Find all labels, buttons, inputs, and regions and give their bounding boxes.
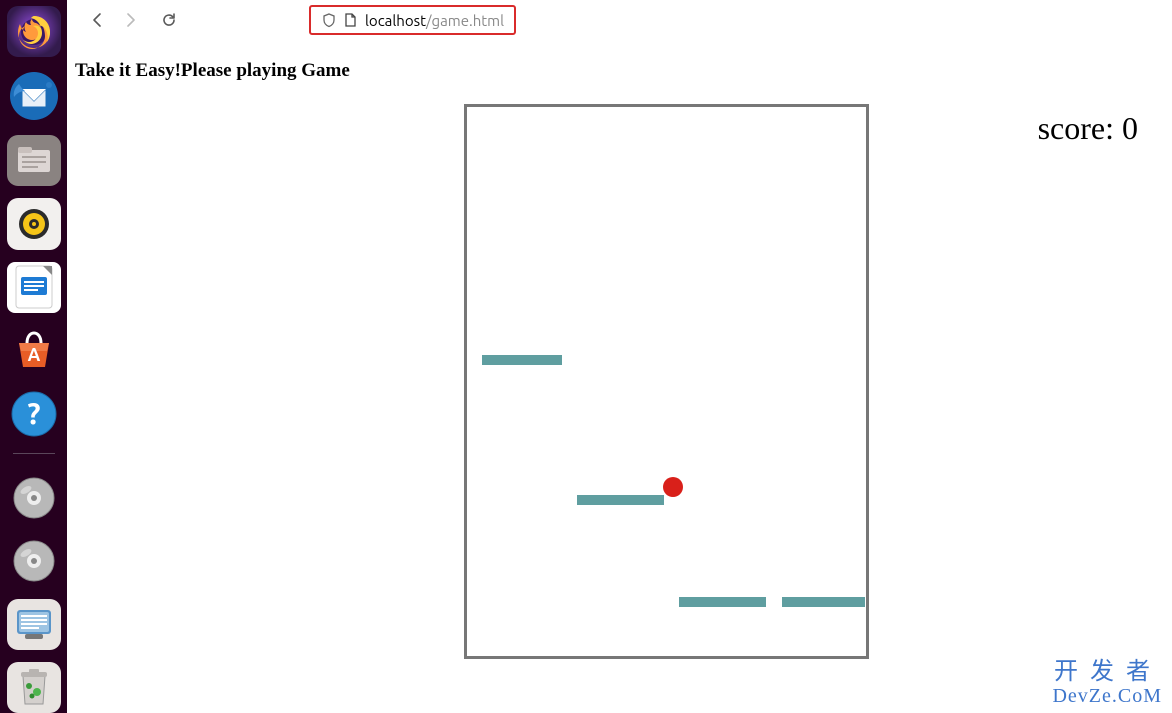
- libreoffice-writer-icon[interactable]: [7, 262, 61, 313]
- page-icon: [343, 12, 359, 28]
- url-text: localhost/game.html: [365, 12, 504, 29]
- thunderbird-icon[interactable]: [7, 69, 61, 123]
- platform: [679, 597, 766, 607]
- software-center-icon[interactable]: A: [7, 325, 61, 376]
- forward-button[interactable]: [121, 10, 141, 30]
- refresh-button[interactable]: [159, 10, 179, 30]
- ball: [663, 477, 683, 497]
- watermark-line2: DevZe.CoM: [1052, 685, 1162, 707]
- disc1-icon[interactable]: [7, 472, 61, 523]
- back-button[interactable]: [87, 10, 107, 30]
- watermark: 开发者 DevZe.CoM: [1052, 659, 1162, 707]
- nav-buttons: [87, 10, 179, 30]
- game-canvas[interactable]: [464, 104, 869, 659]
- score-label: score:: [1038, 110, 1122, 146]
- help-icon[interactable]: ?: [7, 388, 61, 439]
- page-content: Take it Easy!Please playing Game score: …: [67, 40, 1172, 713]
- dock: A ?: [0, 0, 67, 713]
- platform: [782, 597, 865, 607]
- trash-icon[interactable]: [7, 662, 61, 713]
- watermark-line1: 开发者: [1052, 659, 1162, 685]
- files-icon[interactable]: [7, 135, 61, 186]
- page-heading: Take it Easy!Please playing Game: [75, 60, 1164, 82]
- svg-text:?: ?: [27, 396, 40, 430]
- rhythmbox-icon[interactable]: [7, 198, 61, 249]
- score-display: score: 0: [1038, 110, 1138, 147]
- dock-divider: [13, 453, 55, 454]
- screenshot-icon[interactable]: [7, 599, 61, 650]
- firefox-icon[interactable]: [7, 6, 61, 57]
- url-bar[interactable]: localhost/game.html: [309, 5, 516, 35]
- disc2-icon[interactable]: [7, 535, 61, 586]
- platform: [482, 355, 562, 365]
- shield-icon: [321, 12, 337, 28]
- browser-toolbar: localhost/game.html: [67, 0, 1172, 40]
- platform: [577, 495, 664, 505]
- svg-text:A: A: [27, 345, 40, 365]
- score-value: 0: [1122, 110, 1138, 146]
